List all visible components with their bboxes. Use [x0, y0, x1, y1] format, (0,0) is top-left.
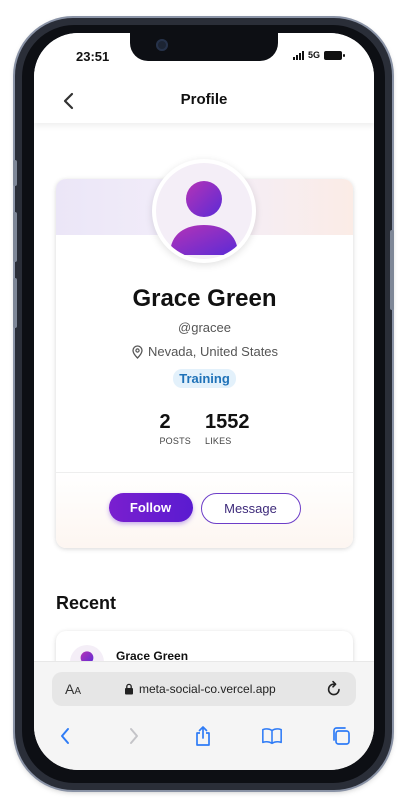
chevron-right-icon [130, 728, 138, 744]
bookmarks-button[interactable] [261, 725, 283, 747]
avatar[interactable] [152, 159, 256, 263]
badge-row: Training [56, 369, 353, 388]
status-badge: Training [173, 369, 236, 388]
lock-icon [125, 683, 133, 695]
recent-heading: Recent [56, 593, 117, 613]
url-display: meta-social-co.vercel.app [124, 682, 276, 696]
phone-screen: 23:51 5G Profile Grace Green @gracee Nev… [34, 33, 374, 770]
stat-likes-label: LIKES [205, 436, 232, 446]
browser-bar: AA meta-social-co.vercel.app [34, 661, 374, 770]
page-title: Profile [180, 91, 228, 108]
text-size-label-small: A [74, 686, 82, 697]
profile-actions: Follow Message [56, 493, 353, 524]
reload-icon [327, 680, 340, 696]
volume-down-button [13, 278, 17, 328]
browser-back-button[interactable] [54, 725, 76, 747]
url-text: meta-social-co.vercel.app [139, 682, 276, 696]
status-time: 23:51 [76, 49, 110, 64]
follow-button[interactable]: Follow [108, 493, 193, 522]
status-icons: 5G [292, 50, 345, 60]
reload-button[interactable] [324, 679, 344, 699]
power-button [390, 230, 394, 310]
profile-stats: 2 POSTS 1552 LIKES [56, 412, 353, 446]
stat-posts: 2 POSTS [159, 412, 191, 446]
screenshot-stage: 23:51 5G Profile Grace Green @gracee Nev… [0, 0, 407, 807]
text-size-button[interactable]: AA [65, 681, 81, 697]
profile-name: Grace Green [132, 285, 277, 312]
app-header: Profile [34, 77, 374, 123]
address-bar[interactable]: AA meta-social-co.vercel.app [52, 672, 356, 706]
stat-posts-value: 2 [159, 411, 171, 433]
book-icon [262, 728, 282, 745]
tabs-button[interactable] [330, 725, 352, 747]
battery-icon [324, 50, 345, 60]
front-camera [156, 39, 168, 51]
text-size-label-big: A [65, 681, 75, 697]
stat-posts-label: POSTS [159, 436, 191, 446]
stat-likes: 1552 LIKES [205, 412, 250, 446]
notch [130, 33, 278, 61]
message-button[interactable]: Message [200, 493, 301, 524]
network-label: 5G [307, 50, 320, 60]
share-icon [196, 726, 210, 746]
signal-icon [292, 50, 304, 60]
volume-up-button [13, 212, 17, 262]
user-avatar-icon [170, 181, 238, 255]
stat-likes-value: 1552 [205, 411, 250, 433]
share-button[interactable] [192, 725, 214, 747]
map-pin-icon [132, 344, 143, 359]
profile-location: Nevada, United States [56, 344, 353, 359]
profile-handle: @gracee [178, 320, 231, 335]
tabs-icon [333, 727, 350, 745]
location-label: Nevada, United States [147, 344, 279, 359]
chevron-left-icon [61, 728, 69, 744]
mute-switch [13, 160, 17, 186]
browser-forward-button[interactable] [123, 725, 145, 747]
browser-toolbar [34, 722, 374, 750]
